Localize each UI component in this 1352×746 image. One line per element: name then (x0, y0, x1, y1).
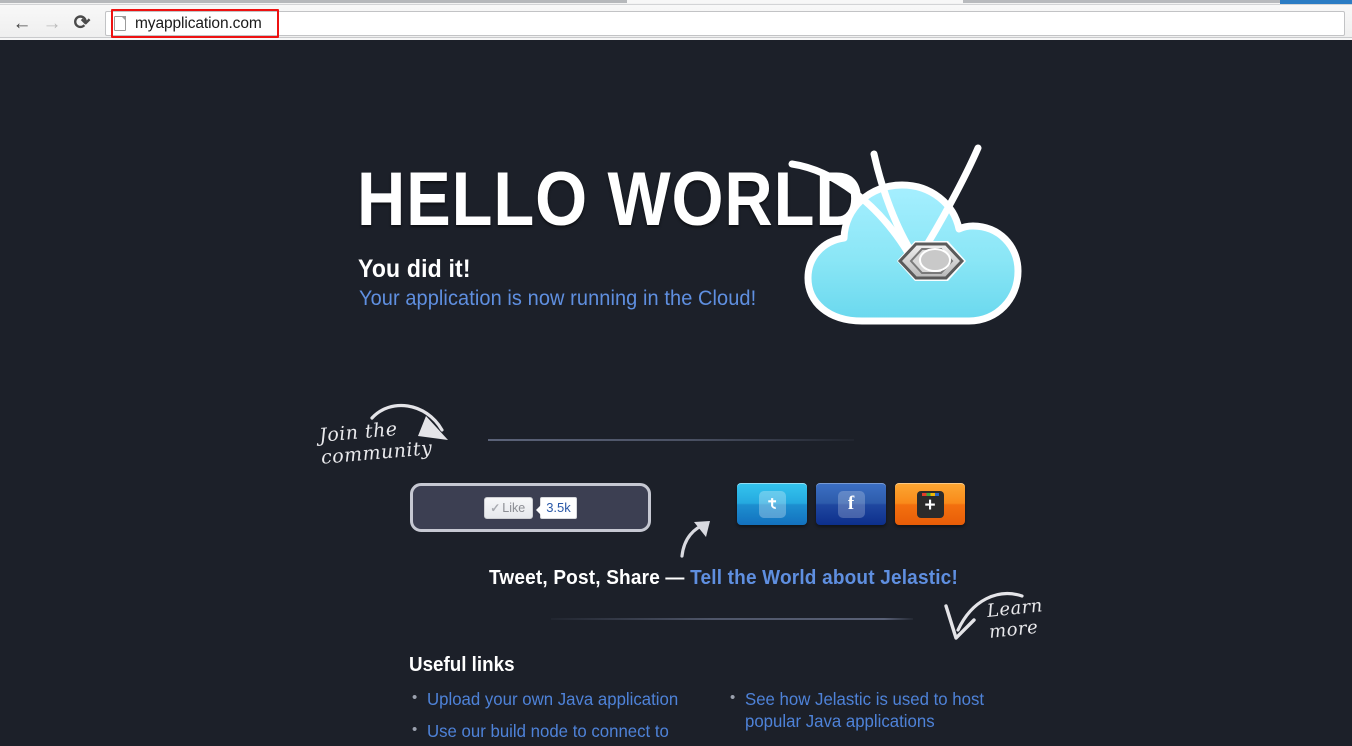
browser-chrome: ← → ⟳ myapplication.com (0, 0, 1352, 40)
browser-toolbar: ← → ⟳ myapplication.com (0, 5, 1352, 38)
join-community-label: Join the community (318, 418, 434, 470)
share-pointer-arrow-icon (676, 518, 716, 560)
useful-link[interactable]: See how Jelastic is used to host popular… (745, 688, 1018, 733)
facebook-like-container[interactable]: ✓ Like 3.5k (410, 483, 651, 532)
jelastic-cloud-logo (788, 140, 1038, 335)
tagline-white-part: Tweet, Post, Share — (489, 567, 691, 589)
reload-icon[interactable]: ⟳ (68, 11, 96, 35)
tagline-blue-part: Tell the World about Jelastic! (690, 567, 958, 589)
bullet-icon: • (412, 689, 418, 706)
list-item[interactable]: • Upload your own Java application (412, 688, 722, 710)
facebook-like-widget[interactable]: ✓ Like 3.5k (484, 496, 577, 520)
twitter-share-button[interactable] (737, 483, 807, 525)
hero-subtitle-bold: You did it! (358, 255, 471, 283)
plus-glyph: + (924, 494, 936, 516)
tab-strip-active-tab[interactable] (627, 0, 963, 3)
list-item[interactable]: • See how Jelastic is used to host popul… (730, 688, 1030, 733)
useful-links-heading: Useful links (409, 654, 515, 676)
check-icon: ✓ (490, 500, 501, 515)
addthis-share-button[interactable]: + (895, 483, 965, 525)
learn-more-label: Learn more (985, 595, 1044, 644)
address-bar[interactable]: myapplication.com (105, 11, 1345, 36)
bullet-icon: • (730, 689, 736, 706)
list-item[interactable]: • Use our build node to connect to (412, 720, 722, 742)
facebook-icon: f (837, 490, 865, 518)
like-count-value: 3.5k (546, 500, 571, 515)
like-button[interactable]: ✓ Like (484, 496, 534, 519)
useful-link[interactable]: Upload your own Java application (427, 688, 678, 710)
plus-share-icon: + (916, 490, 944, 518)
useful-links-column-right: • See how Jelastic is used to host popul… (730, 688, 1030, 743)
url-text[interactable]: myapplication.com (135, 15, 262, 33)
useful-links-column-left: • Upload your own Java application • Use… (412, 688, 722, 746)
facebook-share-button[interactable]: f (816, 483, 886, 525)
like-count-bubble: 3.5k (536, 496, 577, 519)
share-tagline: Tweet, Post, Share — Tell the World abou… (489, 567, 958, 590)
page-document-icon (114, 16, 126, 31)
bullet-icon: • (412, 721, 418, 739)
back-icon[interactable]: ← (8, 11, 36, 35)
divider-top (488, 439, 854, 441)
hero-subtitle-blue: Your application is now running in the C… (359, 287, 757, 310)
twitter-icon (758, 490, 786, 518)
useful-link[interactable]: Use our build node to connect to (427, 720, 669, 742)
forward-icon[interactable]: → (38, 11, 66, 35)
divider-bottom (551, 618, 913, 620)
like-button-label: Like (502, 500, 526, 515)
web-page-content: HELLO WORLD You did it! Your application… (0, 40, 1352, 746)
